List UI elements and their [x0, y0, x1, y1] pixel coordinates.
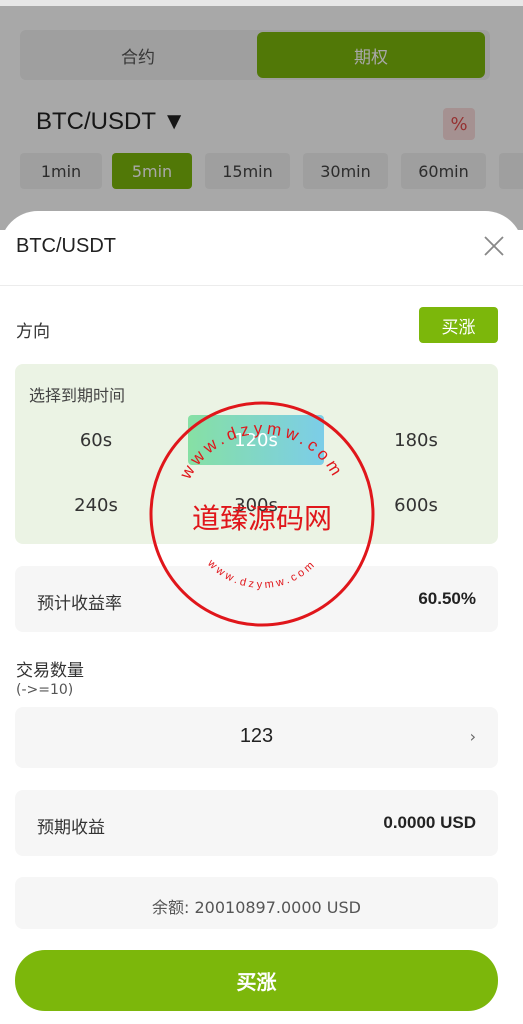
quantity-value[interactable]: 123	[15, 725, 498, 748]
expiry-option-600s[interactable]: 600s	[348, 480, 484, 530]
direction-button[interactable]: 买涨	[419, 307, 498, 343]
expected-return-row: 预期收益 0.0000 USD	[15, 790, 498, 856]
balance-row: 余额: 20010897.0000 USD	[15, 877, 498, 929]
yield-value: 60.50%	[418, 589, 476, 608]
quantity-label: 交易数量	[16, 661, 84, 681]
expiry-option-120s[interactable]: 120s	[188, 415, 324, 465]
expiry-option-300s[interactable]: 300s	[188, 480, 324, 530]
expiry-option-240s[interactable]: 240s	[28, 480, 164, 530]
expiry-option-60s[interactable]: 60s	[28, 415, 164, 465]
yield-label: 预计收益率	[37, 594, 122, 614]
quantity-hint: (->=10)	[16, 682, 74, 698]
expiry-selector: 选择到期时间 60s 120s 180s 240s 300s 600s	[15, 364, 498, 544]
divider	[0, 285, 523, 286]
background-page: 合约 期权 BTC/USDT ▼ % 1min 5min 15min 30min…	[0, 0, 523, 230]
direction-label: 方向	[16, 322, 50, 342]
yield-row: 预计收益率 60.50%	[15, 566, 498, 632]
expiry-option-180s[interactable]: 180s	[348, 415, 484, 465]
chevron-right-icon: ›	[469, 727, 476, 746]
expiry-title: 选择到期时间	[29, 386, 126, 405]
expected-value: 0.0000 USD	[383, 813, 476, 832]
sheet-title: BTC/USDT	[16, 235, 116, 257]
expected-label: 预期收益	[37, 818, 105, 838]
modal-overlay[interactable]	[0, 6, 523, 230]
close-icon[interactable]	[481, 233, 507, 259]
buy-up-button[interactable]: 买涨	[15, 950, 498, 1011]
balance-text: 余额: 20010897.0000 USD	[152, 898, 361, 917]
order-sheet: BTC/USDT 方向 买涨 选择到期时间 60s 120s 180s 240s…	[0, 211, 523, 1024]
quantity-input[interactable]: 123 ›	[15, 707, 498, 768]
